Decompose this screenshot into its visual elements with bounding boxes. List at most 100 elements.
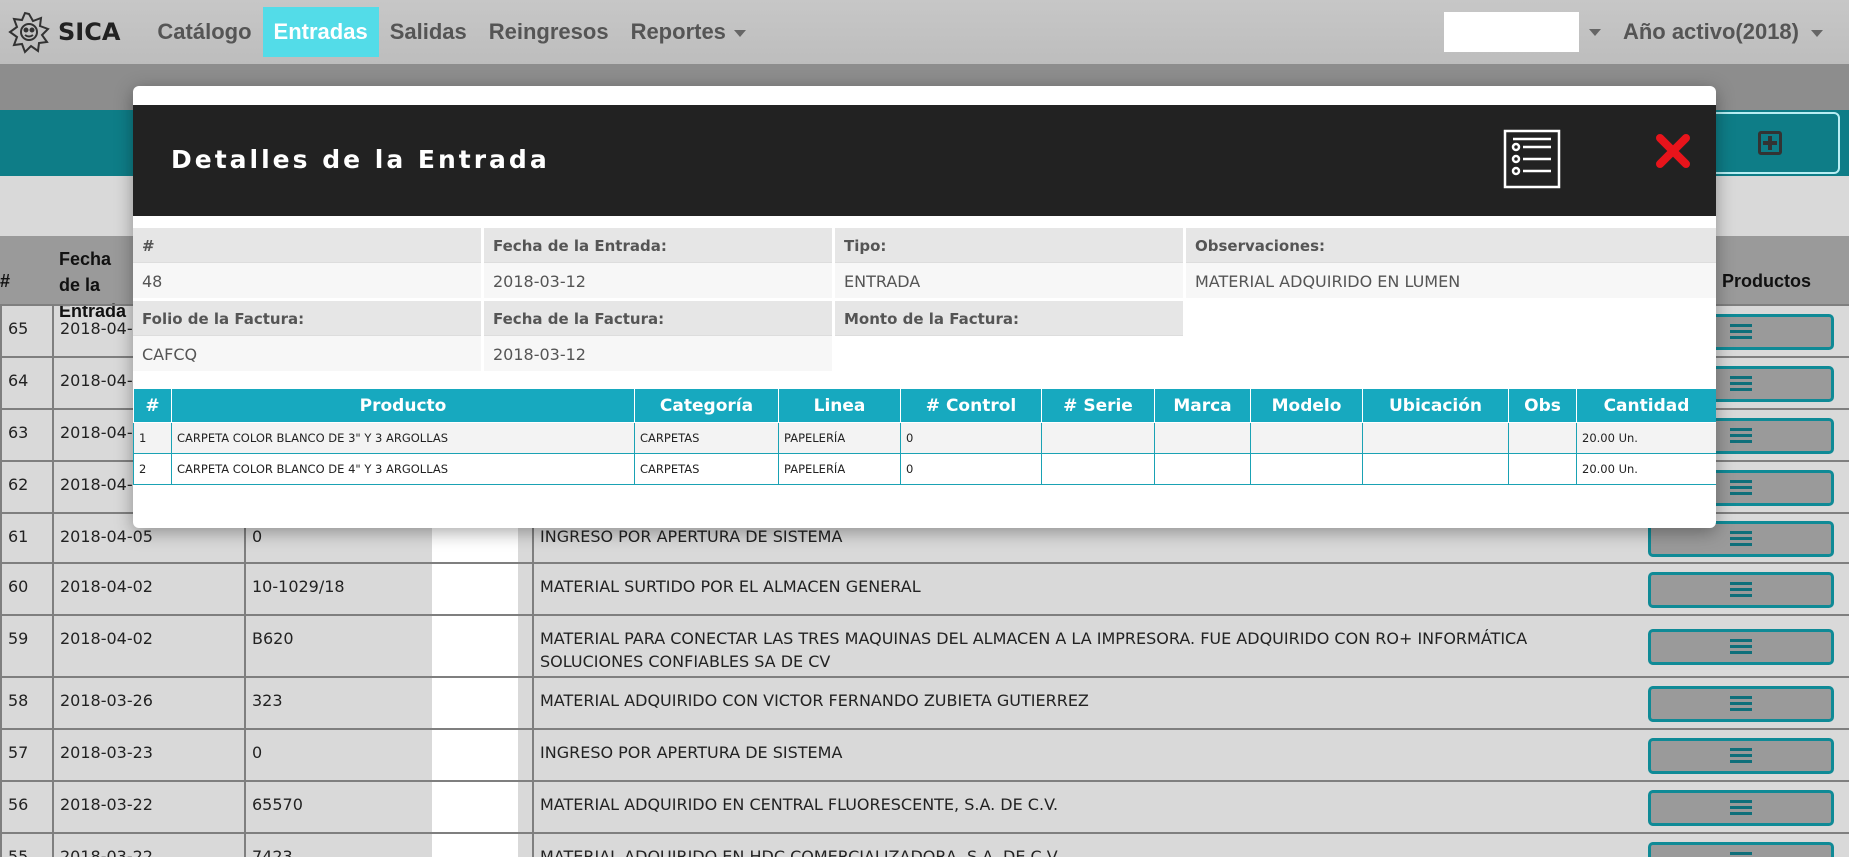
field-label: Fecha de la Factura: (484, 301, 832, 335)
field-value: ENTRADA (835, 262, 1183, 298)
product-cell: 2 (133, 453, 172, 485)
field-label: Tipo: (835, 228, 1183, 262)
field-type: Tipo: ENTRADA (835, 228, 1183, 298)
product-cell: PAPELERÍA (778, 453, 901, 485)
list-icon (1730, 748, 1752, 764)
nav-catalogo[interactable]: Catálogo (146, 7, 262, 57)
view-products-button[interactable] (1648, 738, 1834, 774)
nav-entradas[interactable]: Entradas (262, 7, 379, 57)
product-cell: CARPETAS (634, 453, 779, 485)
cell-folio: 10-1029/18 (244, 564, 430, 614)
field-invoice-folio: Folio de la Factura: CAFCQ (133, 301, 481, 371)
list-icon (1730, 480, 1752, 496)
cell-num: 56 (0, 782, 52, 832)
cell-date: 2018-03-22 (52, 834, 244, 857)
product-cell: 1 (133, 422, 172, 454)
add-entry-button[interactable] (1700, 112, 1840, 174)
view-products-button[interactable] (1648, 842, 1834, 857)
table-row[interactable]: 58 2018-03-26 323 MATERIAL ADQUIRIDO CON VI… (0, 676, 1849, 728)
active-year-menu[interactable]: Año activo(2018) (1623, 19, 1823, 45)
product-cell: CARPETA COLOR BLANCO DE 4" Y 3 ARGOLLAS (171, 453, 635, 485)
cell-num: 60 (0, 564, 52, 614)
view-products-button[interactable] (1648, 790, 1834, 826)
top-navbar: SICA Catálogo Entradas Salidas Reingreso… (0, 0, 1849, 64)
redacted-cell (432, 834, 518, 857)
cell-num: 64 (0, 358, 52, 408)
table-row[interactable]: 55 2018-03-22 7423 MATERIAL ADQUIRIDO EN HD… (0, 832, 1849, 857)
nav-salidas[interactable]: Salidas (379, 7, 478, 57)
cell-obs: MATERIAL ADQUIRIDO EN HDC COMERCIALIZADO… (532, 834, 1640, 857)
column-header-productos: Productos (1722, 271, 1812, 291)
table-row[interactable]: 60 2018-04-02 10-1029/18 MATERIAL SURTIDO P… (0, 562, 1849, 614)
sica-logo-icon (8, 11, 50, 54)
close-icon[interactable] (1656, 134, 1690, 168)
product-cell: CARPETAS (634, 422, 779, 454)
product-cell (1041, 422, 1155, 454)
field-label: Fecha de la Entrada: (484, 228, 832, 262)
cell-num: 62 (0, 462, 52, 512)
chevron-down-icon (733, 29, 746, 37)
products-table: # Producto Categoría Linea # Control # S… (133, 388, 1716, 485)
checklist-icon (1503, 129, 1561, 189)
cell-folio: 65570 (244, 782, 430, 832)
cell-num: 61 (0, 514, 52, 562)
cell-text: MATERIAL PARA CONECTAR LAS TRES MAQUINAS… (540, 629, 1528, 648)
cell-date: 2018-03-26 (52, 678, 244, 728)
field-value: CAFCQ (133, 335, 481, 371)
modal-header: Detalles de la Entrada (133, 105, 1716, 216)
product-cell: PAPELERÍA (778, 422, 901, 454)
col-marca: Marca (1154, 388, 1251, 423)
table-row[interactable]: 59 2018-04-02 B620 MATERIAL PARA CONECTAR L… (0, 614, 1849, 676)
nav-reportes-label: Reportes (630, 19, 726, 44)
product-cell: 20.00 Un. (1576, 422, 1716, 454)
product-cell: 0 (900, 422, 1042, 454)
plus-square-icon (1758, 131, 1782, 155)
brand[interactable]: SICA (0, 0, 146, 64)
field-label: Observaciones: (1186, 228, 1716, 262)
product-cell (1154, 422, 1251, 454)
nav-reportes[interactable]: Reportes (620, 7, 757, 57)
cell-obs: MATERIAL PARA CONECTAR LAS TRES MAQUINAS… (532, 616, 1640, 676)
col-control: # Control (900, 388, 1042, 423)
col-obs: Obs (1508, 388, 1577, 423)
entry-details-modal: Detalles de la Entrada # 48 Fecha de la … (133, 86, 1716, 528)
product-cell: 0 (900, 453, 1042, 485)
cell-num: 65 (0, 306, 52, 356)
product-cell: CARPETA COLOR BLANCO DE 3" Y 3 ARGOLLAS (171, 422, 635, 454)
field-label: # (133, 228, 481, 262)
product-cell (1362, 453, 1509, 485)
cell-num: 55 (0, 834, 52, 857)
field-label: Monto de la Factura: (835, 301, 1183, 335)
cell-folio: 0 (244, 730, 430, 780)
product-cell (1250, 422, 1363, 454)
view-products-button[interactable] (1648, 572, 1834, 608)
field-invoice-date: Fecha de la Factura: 2018-03-12 (484, 301, 832, 371)
cell-obs: INGRESO POR APERTURA DE SISTEMA (532, 730, 1640, 780)
redacted-cell (432, 616, 518, 676)
brand-name: SICA (58, 18, 121, 46)
product-cell (1362, 422, 1509, 454)
chevron-down-icon[interactable] (1588, 28, 1601, 36)
list-icon (1730, 324, 1752, 340)
redacted-cell (432, 678, 518, 728)
user-menu[interactable] (1443, 12, 1579, 52)
list-icon (1730, 428, 1752, 444)
column-header-num[interactable]: # (0, 271, 10, 292)
cell-folio: 323 (244, 678, 430, 728)
cell-obs: MATERIAL ADQUIRIDO EN CENTRAL FLUORESCEN… (532, 782, 1640, 832)
nav-reingresos[interactable]: Reingresos (478, 7, 620, 57)
view-products-button[interactable] (1648, 686, 1834, 722)
table-row[interactable]: 56 2018-03-22 65570 MATERIAL ADQUIRIDO EN C… (0, 780, 1849, 832)
active-year-label: Año activo(2018) (1622, 19, 1799, 44)
view-products-button[interactable] (1648, 629, 1834, 665)
field-entry-date: Fecha de la Entrada: 2018-03-12 (484, 228, 832, 298)
col-serie: # Serie (1041, 388, 1155, 423)
list-icon (1730, 639, 1752, 655)
cell-date: 2018-03-22 (52, 782, 244, 832)
col-ubicacion: Ubicación (1362, 388, 1509, 423)
list-icon (1730, 582, 1752, 598)
field-value: 48 (133, 262, 481, 298)
table-row[interactable]: 57 2018-03-23 0 INGRESO POR APERTURA DE SIS… (0, 728, 1849, 780)
redacted-cell (432, 564, 518, 614)
list-icon (1730, 800, 1752, 816)
